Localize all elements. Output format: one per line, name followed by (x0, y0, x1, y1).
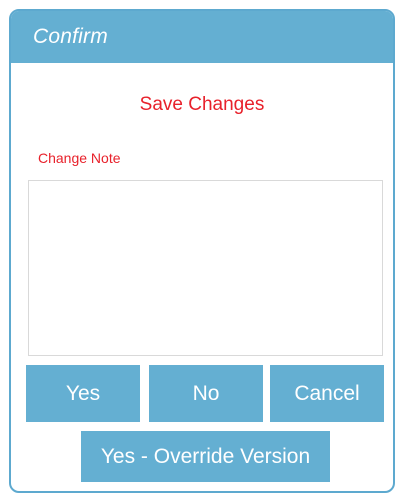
cancel-button[interactable]: Cancel (270, 365, 384, 422)
change-note-input[interactable] (28, 180, 383, 356)
yes-button[interactable]: Yes (26, 365, 140, 422)
dialog-heading: Save Changes (139, 94, 265, 115)
no-button[interactable]: No (149, 365, 263, 422)
confirm-dialog: Confirm Save Changes Change Note Yes No … (9, 9, 395, 493)
yes-override-version-button[interactable]: Yes - Override Version (81, 431, 330, 482)
dialog-title: Confirm (33, 25, 108, 48)
change-note-label: Change Note (38, 150, 121, 166)
dialog-titlebar[interactable]: Confirm (11, 11, 393, 63)
